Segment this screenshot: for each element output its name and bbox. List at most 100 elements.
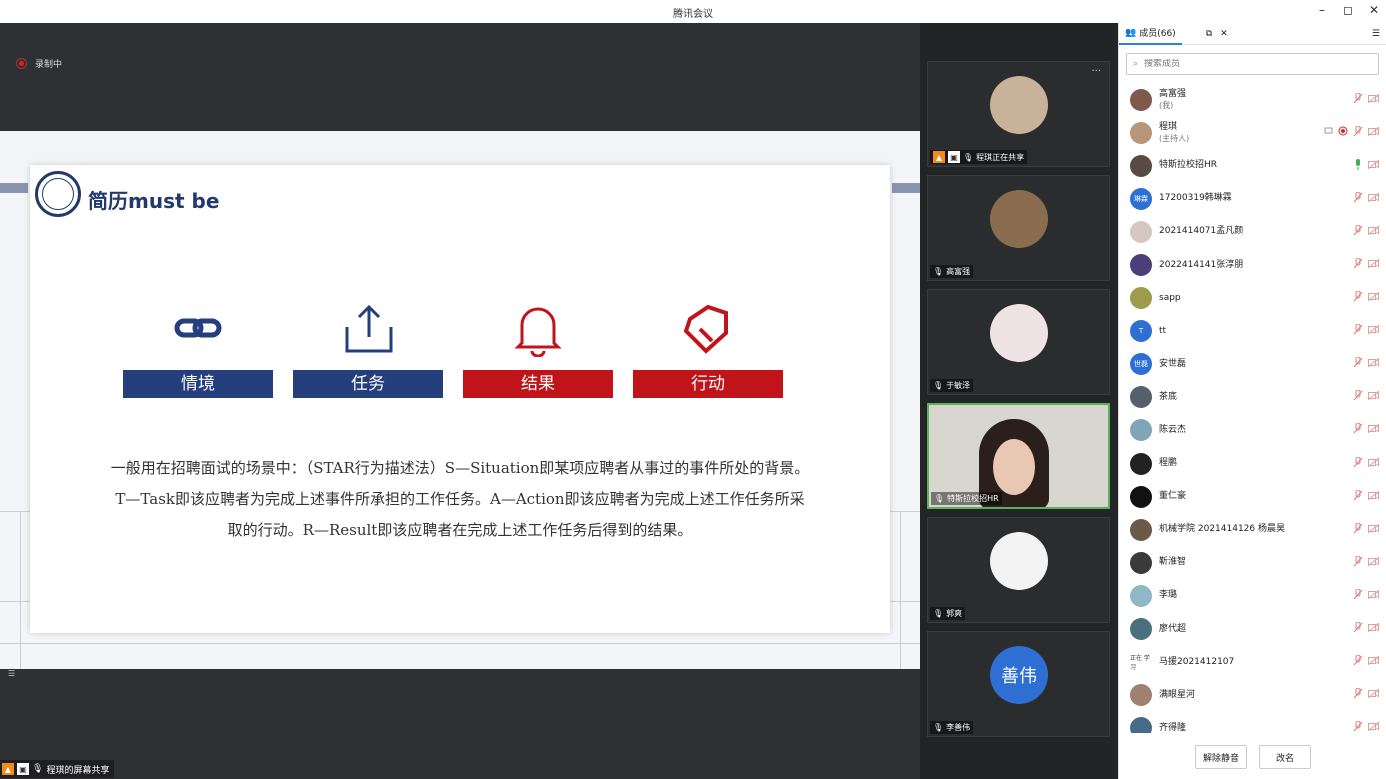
- window-title: 腾讯会议: [673, 9, 713, 20]
- member-row[interactable]: 茶底: [1119, 381, 1386, 414]
- mic-on-icon[interactable]: [1353, 158, 1363, 173]
- mic-muted-icon[interactable]: [1353, 456, 1363, 471]
- member-row[interactable]: 2022414141张淳朋: [1119, 248, 1386, 281]
- member-row[interactable]: 世磊 安世磊: [1119, 348, 1386, 381]
- video-tile-label: 🎙 高富强: [930, 265, 974, 278]
- video-tile[interactable]: 🎙 高富强: [927, 175, 1110, 281]
- tab-members-label: 成员(66): [1139, 29, 1176, 39]
- mic-muted-icon[interactable]: [1353, 489, 1363, 504]
- member-avatar: [1130, 452, 1152, 475]
- camera-off-icon[interactable]: [1367, 622, 1380, 635]
- member-row[interactable]: 陈云杰: [1119, 414, 1386, 447]
- video-tile[interactable]: 🎙 特斯拉校招HR: [927, 403, 1110, 509]
- camera-off-icon[interactable]: [1367, 688, 1380, 701]
- camera-off-icon[interactable]: [1367, 258, 1380, 271]
- mic-muted-icon[interactable]: [1353, 654, 1363, 669]
- camera-off-icon[interactable]: [1367, 357, 1380, 370]
- mic-muted-icon[interactable]: [1353, 191, 1363, 206]
- mic-muted-icon[interactable]: [1353, 224, 1363, 239]
- rename-button[interactable]: 改名: [1259, 745, 1311, 769]
- camera-off-icon[interactable]: [1367, 523, 1380, 536]
- restore-button[interactable]: ◻: [1342, 3, 1354, 17]
- camera-off-icon[interactable]: [1367, 490, 1380, 503]
- member-row[interactable]: 靳淮智: [1119, 546, 1386, 579]
- mic-muted-icon[interactable]: [1353, 588, 1363, 603]
- member-row[interactable]: 琳霖 17200319韩琳霖: [1119, 182, 1386, 215]
- video-tile[interactable]: ··· ▲ ▣ 🎙 程琪正在共享: [927, 61, 1110, 167]
- member-search-input[interactable]: [1144, 59, 1345, 69]
- panel-close-icon[interactable]: ✕: [1220, 29, 1228, 39]
- unmute-all-button[interactable]: 解除静音: [1195, 745, 1247, 769]
- mic-muted-icon[interactable]: [1353, 422, 1363, 437]
- camera-off-icon[interactable]: [1367, 291, 1380, 304]
- mic-muted-icon[interactable]: [1353, 389, 1363, 404]
- camera-off-icon[interactable]: [1367, 589, 1380, 602]
- camera-off-icon[interactable]: [1367, 457, 1380, 470]
- mic-muted-icon[interactable]: [1353, 522, 1363, 537]
- member-row[interactable]: 齐得隆: [1119, 712, 1386, 733]
- mic-muted-icon[interactable]: [1353, 555, 1363, 570]
- video-tile[interactable]: 🎙 郭爽: [927, 517, 1110, 623]
- mic-muted-icon[interactable]: [1353, 687, 1363, 702]
- slide-list-handle-icon[interactable]: ☰: [8, 669, 20, 679]
- member-name: sapp: [1159, 292, 1181, 303]
- member-row[interactable]: sapp: [1119, 282, 1386, 315]
- member-row[interactable]: 程鹏: [1119, 447, 1386, 480]
- close-button[interactable]: ✕: [1368, 3, 1380, 17]
- member-row[interactable]: 特斯拉校招HR: [1119, 149, 1386, 182]
- recording-indicator[interactable]: 录制中: [16, 57, 62, 70]
- popout-icon[interactable]: ⧉: [1206, 29, 1212, 39]
- member-name: 机械学院 2021414126 杨晨昊: [1159, 524, 1285, 535]
- member-row[interactable]: 正在 学习 马援2021412107: [1119, 646, 1386, 679]
- camera-off-icon[interactable]: [1367, 93, 1380, 106]
- mic-muted-icon[interactable]: [1353, 257, 1363, 272]
- member-row[interactable]: 机械学院 2021414126 杨晨昊: [1119, 513, 1386, 546]
- video-tile[interactable]: 🎙 于敏泽: [927, 289, 1110, 395]
- mic-muted-icon[interactable]: [1353, 125, 1363, 140]
- member-row[interactable]: 廖代超: [1119, 613, 1386, 646]
- member-row[interactable]: 程琪 (主持人): [1119, 116, 1386, 149]
- tab-members[interactable]: 👥 成员(66): [1119, 23, 1182, 45]
- member-name: 齐得隆: [1159, 722, 1187, 733]
- camera-off-icon[interactable]: [1367, 721, 1380, 733]
- member-name: 陈云杰: [1159, 424, 1187, 435]
- member-row[interactable]: Ttt: [1119, 315, 1386, 348]
- camera-off-icon[interactable]: [1367, 655, 1380, 668]
- camera-off-icon[interactable]: [1367, 192, 1380, 205]
- mic-muted-icon[interactable]: [1353, 356, 1363, 371]
- camera-off-icon[interactable]: [1367, 424, 1380, 436]
- member-name: 特斯拉校招HR: [1159, 160, 1218, 171]
- mic-on-icon: 🎙: [934, 494, 945, 503]
- camera-off-icon[interactable]: [1367, 556, 1380, 569]
- camera-off-icon[interactable]: [1367, 126, 1380, 139]
- panel-tabs: 👥 成员(66) ⧉ ✕ ☰: [1119, 23, 1386, 45]
- panel-menu-icon[interactable]: ☰: [1366, 23, 1386, 45]
- slide-decoration: [892, 183, 920, 193]
- member-avatar: [1130, 717, 1152, 733]
- mic-muted-icon[interactable]: [1353, 290, 1363, 305]
- camera-off-icon[interactable]: [1367, 324, 1380, 337]
- member-row[interactable]: 董仁豪: [1119, 480, 1386, 513]
- mic-muted-icon[interactable]: [1353, 92, 1363, 107]
- bell-icon: [514, 307, 562, 357]
- more-options-icon[interactable]: ···: [1091, 66, 1101, 77]
- mic-muted-icon[interactable]: [1353, 621, 1363, 636]
- video-tile[interactable]: 善伟 🎙 李善伟: [927, 631, 1110, 737]
- member-row[interactable]: 高富强 (我): [1119, 83, 1386, 116]
- mic-muted-icon[interactable]: [1353, 323, 1363, 338]
- minimize-button[interactable]: –: [1316, 3, 1328, 17]
- participant-avatar: 善伟: [990, 646, 1048, 704]
- mic-muted-icon[interactable]: [1353, 720, 1363, 733]
- member-role: (我): [1159, 100, 1174, 110]
- camera-off-icon[interactable]: [1367, 159, 1380, 172]
- member-row[interactable]: 李璐: [1119, 579, 1386, 612]
- mic-icon: 🎙: [933, 267, 944, 276]
- video-tile-label: 🎙 特斯拉校招HR: [931, 492, 1002, 505]
- member-row[interactable]: 2021414071孟凡颜: [1119, 215, 1386, 248]
- presentation-slide: 简历must be 情境 任务 结果 行动 一般用在招聘面试的场景中：（STAR…: [0, 131, 920, 669]
- member-search-box[interactable]: ⌕: [1126, 53, 1379, 75]
- member-avatar: T: [1130, 320, 1152, 343]
- camera-off-icon[interactable]: [1367, 225, 1380, 238]
- camera-off-icon[interactable]: [1367, 391, 1380, 403]
- member-row[interactable]: 满眼星河: [1119, 679, 1386, 712]
